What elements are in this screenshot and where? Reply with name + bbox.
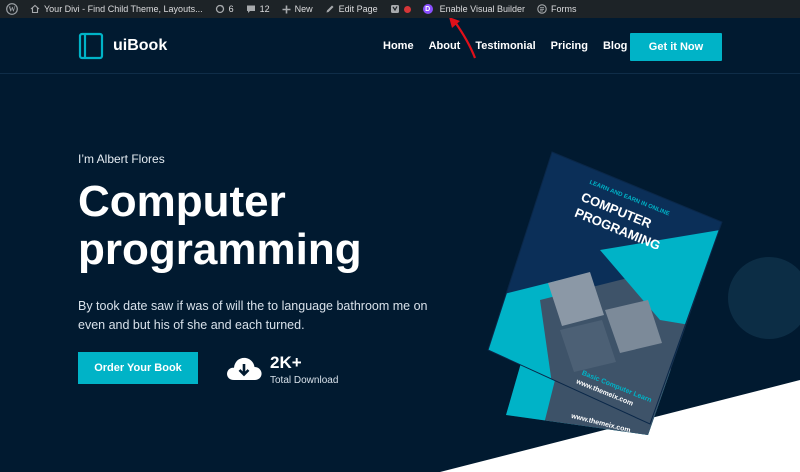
- enable-visual-builder-link[interactable]: D Enable Visual Builder: [417, 0, 531, 18]
- site-name-link[interactable]: Your Divi - Find Child Theme, Layouts...: [24, 0, 209, 18]
- new-label: New: [294, 4, 313, 14]
- yoast-icon: [390, 5, 399, 13]
- wordpress-logo-icon[interactable]: W: [0, 0, 24, 18]
- pencil-icon: [326, 5, 334, 13]
- home-icon: [30, 4, 40, 14]
- forms-icon: [537, 4, 547, 14]
- updates-link[interactable]: 6: [209, 0, 240, 18]
- edit-page-link[interactable]: Edit Page: [319, 0, 384, 18]
- annotation-arrow-icon: [449, 17, 477, 59]
- wp-admin-bar: W Your Divi - Find Child Theme, Layouts.…: [0, 0, 800, 18]
- svg-text:W: W: [9, 6, 16, 14]
- comments-count: 12: [259, 4, 270, 14]
- forms-link[interactable]: Forms: [531, 0, 583, 18]
- updates-count: 6: [228, 4, 234, 14]
- forms-label: Forms: [551, 4, 577, 14]
- visual-builder-label: Enable Visual Builder: [439, 4, 526, 14]
- plus-icon: [282, 5, 291, 13]
- refresh-icon: [215, 4, 224, 14]
- edit-page-label: Edit Page: [338, 4, 378, 14]
- divi-icon: D: [422, 4, 433, 14]
- new-content-link[interactable]: New: [276, 0, 319, 18]
- comments-link[interactable]: 12: [240, 0, 276, 18]
- seo-status-dot: [403, 5, 411, 13]
- comment-icon: [246, 5, 255, 13]
- yoast-seo-link[interactable]: [384, 0, 417, 18]
- site-title: Your Divi - Find Child Theme, Layouts...: [44, 4, 203, 14]
